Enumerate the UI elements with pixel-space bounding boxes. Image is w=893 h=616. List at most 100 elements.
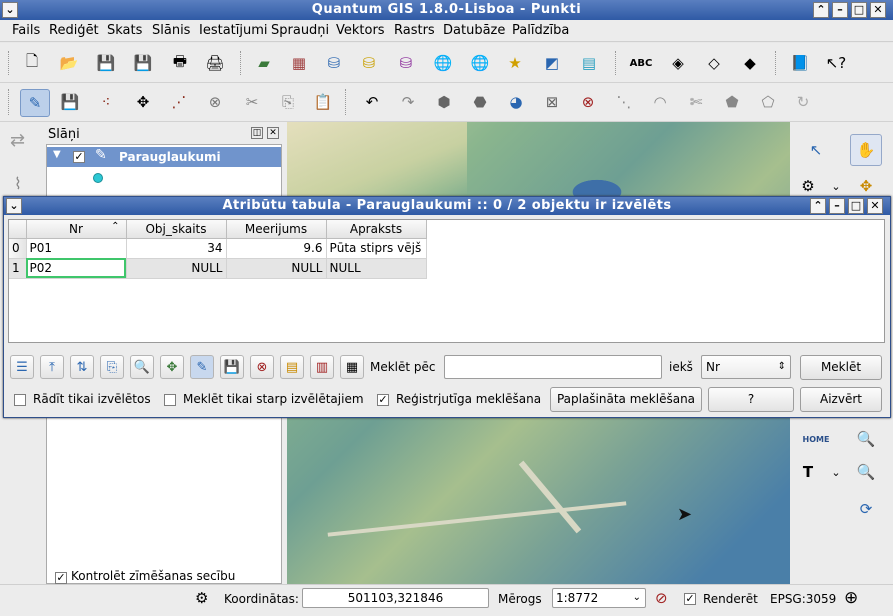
dialog-minimize-button[interactable]: – [829,198,845,214]
toolbar-grip[interactable] [775,51,778,75]
menu-settings[interactable]: Iestatījumi [199,23,268,38]
add-part-icon[interactable]: ◕ [504,90,528,114]
delete-ring-icon[interactable]: ⊠ [540,90,564,114]
move-feature-icon[interactable]: ✥ [131,90,155,114]
add-wms-layer-icon[interactable]: 🌐 [431,51,455,75]
menu-file[interactable]: Fails [12,23,40,38]
crs-status-icon[interactable]: ⊕ [844,588,858,608]
column-header-obj-skaits[interactable]: Obj_skaits [126,220,227,239]
save-edits-icon[interactable]: 💾 [220,355,244,379]
label-icon[interactable]: ABC [629,51,653,75]
new-project-icon[interactable]: 🗋 [20,51,44,75]
offset-curve-icon[interactable]: ◠ [648,90,672,114]
gps-icon[interactable]: ▤ [577,51,601,75]
split-features-icon[interactable]: ✄ [684,90,708,114]
invert-selection-icon[interactable]: ⇅ [70,355,94,379]
whats-this-icon[interactable]: ↖? [824,51,848,75]
close-panel-button[interactable]: ✕ [267,127,279,139]
render-checkbox[interactable]: ✓ [684,593,696,605]
delete-selected-icon[interactable]: ⊗ [250,355,274,379]
cell-meerijums[interactable]: 9.6 [226,238,327,259]
zoom-to-selected-icon[interactable]: 🔍 [130,355,154,379]
save-as-icon[interactable]: 💾 [131,51,155,75]
toggle-editing-icon[interactable]: ✎ [20,89,50,117]
remove-layer-icon[interactable]: ◩ [540,51,564,75]
new-column-icon[interactable]: ▤ [280,355,304,379]
cell-apraksts[interactable]: NULL [326,258,427,279]
menu-vector[interactable]: Vektors [336,23,385,38]
copy-rows-icon[interactable]: ⎘ [100,355,124,379]
add-wfs-layer-icon[interactable]: 🌐 [468,51,492,75]
open-project-icon[interactable]: 📂 [57,51,81,75]
menu-plugins[interactable]: Spraudņi [271,23,329,38]
menu-edit[interactable]: Rediģēt [49,23,99,38]
delete-selected-icon[interactable]: ⊗ [203,90,227,114]
reshape-features-icon[interactable]: ⋱ [612,90,636,114]
search-selected-only-checkbox[interactable] [164,394,176,406]
refresh-icon[interactable]: ⟳ [854,497,878,521]
zoom-in-icon[interactable]: 🔍 [854,460,878,484]
chevron-down-icon[interactable]: ⌄ [824,460,848,484]
redo-icon[interactable]: ↷ [396,90,420,114]
change-label-icon[interactable]: ◆ [738,51,762,75]
row-header[interactable]: 0 [9,238,27,259]
advanced-search-button[interactable]: Paplašināta meklēšana [550,387,702,412]
pan-to-selection-icon[interactable]: ✥ [854,174,878,198]
coordinates-field[interactable]: 501103,321846 [302,588,489,608]
add-ring-icon[interactable]: ⬣ [468,90,492,114]
simplify-feature-icon[interactable]: ⬢ [432,90,456,114]
toolbar-grip[interactable] [345,89,348,115]
table-row[interactable]: 1 P02 NULL NULL NULL [9,258,427,279]
merge-features-icon[interactable]: ⬟ [720,90,744,114]
dialog-shade-button[interactable]: ⌃ [810,198,826,214]
cell-apraksts[interactable]: Pūta stiprs vējš [326,238,427,259]
rotate-label-icon[interactable]: ◇ [702,51,726,75]
menu-layer[interactable]: Slānis [152,23,190,38]
add-raster-layer-icon[interactable]: ▦ [287,51,311,75]
move-label-icon[interactable]: ◈ [666,51,690,75]
minimize-button[interactable]: – [832,2,848,18]
text-annotation-icon[interactable]: T [796,460,820,484]
collapse-arrow-icon[interactable]: ▼ [53,149,61,160]
layers-side-icon[interactable]: ⌇ [14,174,22,193]
layer-visibility-checkbox[interactable]: ✓ [73,151,85,163]
corner-header[interactable] [9,220,27,239]
save-edits-icon[interactable]: 💾 [58,90,82,114]
cell-nr[interactable]: P01 [26,238,127,259]
settings-gear-icon[interactable]: ⚙ [796,174,820,198]
field-select[interactable]: Nr ⇕ [701,355,791,379]
toolbar-grip[interactable] [240,51,243,75]
shade-button[interactable]: ⌃ [813,2,829,18]
table-row[interactable]: 0 P01 34 9.6 Pūta stiprs vējš [9,238,427,259]
add-vector-layer-icon[interactable]: ▰ [252,51,276,75]
identify-icon[interactable]: ↖ [804,138,828,162]
zoom-home-icon[interactable]: HOME [803,427,830,451]
node-tool-icon[interactable]: ⋰ [167,90,191,114]
field-calculator-icon[interactable]: ▦ [340,355,364,379]
menu-view[interactable]: Skats [107,23,142,38]
chevron-down-icon[interactable]: ⌄ [824,174,848,198]
undo-icon[interactable]: ↶ [360,90,384,114]
menu-help[interactable]: Palīdzība [512,23,569,38]
cell-obj-skaits[interactable]: 34 [126,238,227,259]
show-selected-only-checkbox[interactable] [14,394,26,406]
maximize-button[interactable]: □ [851,2,867,18]
row-header[interactable]: 1 [9,258,27,279]
layers-toolbar-icon[interactable]: ⇄ [10,130,25,151]
render-order-checkbox[interactable]: ✓ [55,572,67,584]
crs-label[interactable]: EPSG:3059 [770,592,836,606]
add-postgis-layer-icon[interactable]: ⛁ [322,51,346,75]
pan-icon[interactable]: ✋ [850,134,882,166]
search-button[interactable]: Meklēt [800,355,882,380]
search-input[interactable] [444,355,662,379]
dialog-maximize-button[interactable]: □ [848,198,864,214]
case-sensitive-checkbox[interactable]: ✓ [377,394,389,406]
add-spatialite-layer-icon[interactable]: ⛁ [357,51,381,75]
column-header-meerijums[interactable]: Meerijums [226,220,327,239]
cell-obj-skaits[interactable]: NULL [126,258,227,279]
help-contents-icon[interactable]: 📘 [788,51,812,75]
cut-features-icon[interactable]: ✂ [240,90,264,114]
close-button[interactable]: Aizvērt [800,387,882,412]
new-shapefile-icon[interactable]: ★ [503,51,527,75]
attribute-table[interactable]: Nr ⌃ Obj_skaits Meerijums Apraksts 0 P01 … [8,219,885,343]
